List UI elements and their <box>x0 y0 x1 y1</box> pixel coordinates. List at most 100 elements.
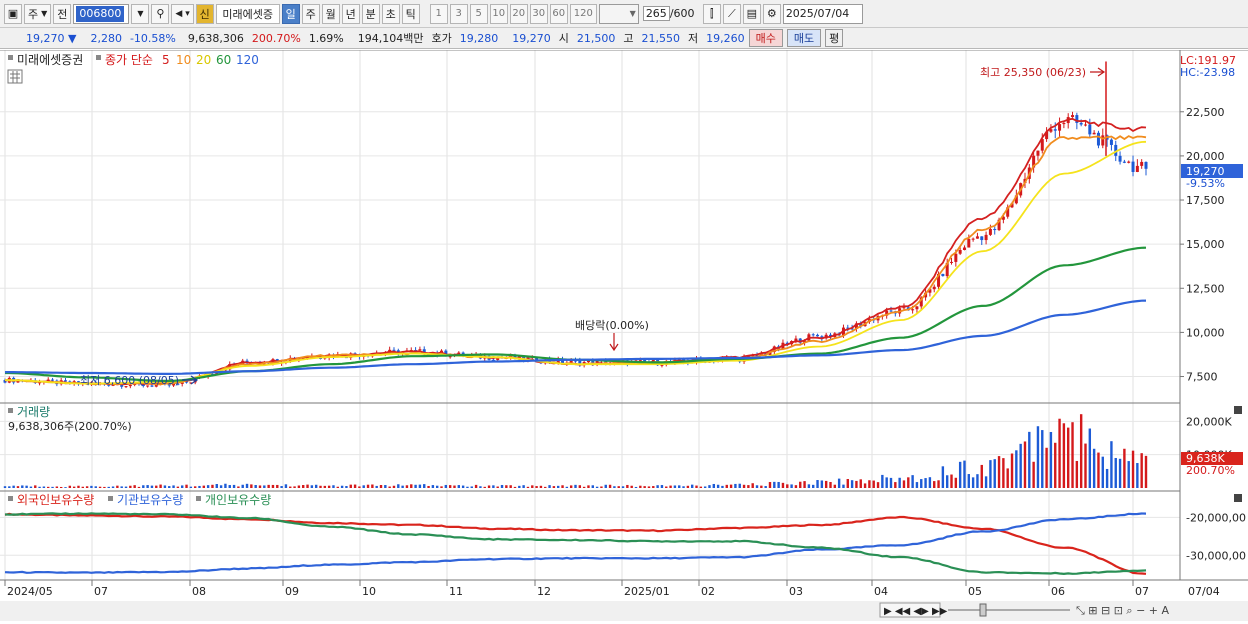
high-price: 21,550 <box>641 31 681 45</box>
low-label: 저 <box>688 32 699 45</box>
new-badge[interactable]: 신 <box>195 3 214 24</box>
volume-bar <box>232 484 236 488</box>
volume-bar <box>237 486 240 488</box>
volume-bar <box>116 485 119 488</box>
volume-bar <box>604 484 607 488</box>
volume-bar <box>548 485 551 488</box>
tab-day[interactable]: 일 <box>281 3 300 24</box>
candle-body <box>1101 135 1105 146</box>
volume-panel-close-icon[interactable] <box>1234 406 1242 414</box>
custom-interval-input[interactable]: ▼ <box>598 3 639 24</box>
trade-amount: 194,104백만 <box>357 32 424 45</box>
candle-body <box>958 249 962 254</box>
minute-option-1[interactable]: 1 <box>429 3 448 24</box>
volume-bar <box>297 485 301 488</box>
volume-bar <box>388 486 391 488</box>
volume-bar <box>859 479 862 488</box>
prev-button[interactable]: 전 <box>53 3 72 24</box>
volume-bar <box>652 486 655 488</box>
x-label-5: 11 <box>449 585 463 598</box>
volume-bar <box>90 485 93 488</box>
volume-bar <box>816 480 819 488</box>
ma-legend-120: 120 <box>236 53 259 67</box>
stock-code-input[interactable]: 006800 <box>73 3 130 24</box>
scroll-bar-area <box>0 601 1248 621</box>
x-label-10: 04 <box>874 585 888 598</box>
candle-body <box>811 334 815 336</box>
tab-year[interactable]: 년 <box>341 3 360 24</box>
volume-bar <box>1032 461 1035 488</box>
buy-button[interactable]: 매수 <box>748 29 783 47</box>
volume-bar <box>552 486 556 488</box>
crosshair-tools-icon[interactable]: ⤡ ⊞ ⊟ ⊡ ⌕ − + A <box>1076 604 1170 617</box>
volume-bar <box>669 485 672 488</box>
volume-bar <box>362 485 365 488</box>
candle-body <box>1127 161 1131 163</box>
minute-option-3[interactable]: 3 <box>449 3 468 24</box>
candle-body <box>962 247 966 250</box>
tab-minute[interactable]: 분 <box>361 3 380 24</box>
volume-bar <box>111 486 115 488</box>
volume-bar <box>734 483 737 488</box>
code-dropdown-icon[interactable]: ▼ <box>131 3 150 24</box>
tab-second[interactable]: 초 <box>381 3 400 24</box>
chart-svg[interactable]: 2024/05 07 08 09 10 11 12 2025/01 02 03 04 05 06 07 07… <box>0 49 1248 621</box>
volume-bar <box>405 485 409 488</box>
volume-bar <box>353 484 357 488</box>
volume-bar <box>375 485 378 488</box>
tab-month[interactable]: 월 <box>321 3 340 24</box>
volume-bar <box>142 485 145 488</box>
volume-bar <box>51 486 54 488</box>
volume-bar <box>595 486 599 488</box>
gear-icon[interactable]: ⚙ <box>762 3 781 24</box>
volume-bar <box>293 486 296 488</box>
tab-week[interactable]: 주 <box>301 3 320 24</box>
volume-bar <box>1097 452 1100 488</box>
count-total: /600 <box>669 7 695 20</box>
minute-option-20[interactable]: 20 <box>509 3 528 24</box>
volume-bar <box>453 485 456 488</box>
sell-button[interactable]: 매도 <box>786 29 822 47</box>
window-menu-icon[interactable]: ▣ <box>4 3 22 24</box>
minute-option-5[interactable]: 5 <box>469 3 488 24</box>
volume-bar <box>764 486 767 488</box>
ma-legend-title: 종가 단순 <box>105 53 153 67</box>
period-select-label: 주 <box>28 7 39 21</box>
volume-bar <box>617 486 620 488</box>
holdings-panel-close-icon[interactable] <box>1234 494 1242 502</box>
stock-name-field[interactable]: 미래에셋증 <box>215 3 280 24</box>
search-icon[interactable]: ⚲ <box>151 3 170 24</box>
candle-type-icon[interactable]: ⫿ <box>702 3 721 24</box>
chart-toolbar: ▣ 주 ▼ 전 006800 ▼ ⚲ ◀ ▾ 신 미래에셋증 일 주 월 년 분 … <box>0 0 1248 28</box>
average-button[interactable]: 평 <box>825 29 844 47</box>
volume-bar <box>1036 426 1040 488</box>
table-view-icon[interactable] <box>7 69 23 84</box>
zoom-slider-handle[interactable] <box>979 603 987 617</box>
speaker-icon[interactable]: ◀ ▾ <box>171 3 194 24</box>
candle-body <box>816 334 820 337</box>
volume-bar <box>773 481 776 488</box>
volume-bar <box>505 485 508 488</box>
volume-bar <box>708 485 711 488</box>
volume-bar <box>526 486 530 488</box>
minute-option-10[interactable]: 10 <box>489 3 508 24</box>
volume-bar <box>928 477 932 488</box>
minute-option-120[interactable]: 120 <box>569 3 597 24</box>
save-icon[interactable]: ▤ <box>742 3 761 24</box>
count-input[interactable]: 265 /600 <box>641 4 701 24</box>
volume-bar <box>319 485 322 488</box>
price-legend-bullet <box>8 55 13 60</box>
drawing-tool-icon[interactable]: ⟋ <box>722 3 741 24</box>
volume-bar <box>181 485 184 488</box>
volume-bar <box>25 485 28 488</box>
scroll-arrows-icon[interactable]: ▶ ◀◀ ◀▶ ▶▶ <box>884 606 948 617</box>
volume-bar <box>466 486 469 488</box>
date-input[interactable]: 2025/07/04 <box>782 3 863 24</box>
minute-option-60[interactable]: 60 <box>549 3 568 24</box>
volume-bar <box>703 486 707 488</box>
period-select[interactable]: 주 ▼ <box>24 3 52 24</box>
volume-bar <box>1131 450 1135 488</box>
tab-tick[interactable]: 틱 <box>401 3 420 24</box>
volume-bar <box>120 486 123 488</box>
minute-option-30[interactable]: 30 <box>529 3 548 24</box>
